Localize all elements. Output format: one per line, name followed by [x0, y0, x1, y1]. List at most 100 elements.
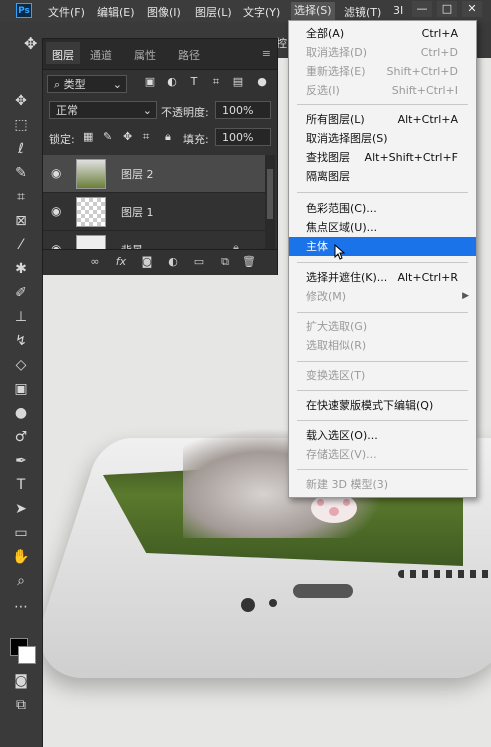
layer-row[interactable]: ◉ 背景 🔒︎ [43, 231, 265, 249]
menu-item-reselect[interactable]: 重新选择(E) Shift+Ctrl+D [289, 62, 476, 81]
new-group-icon[interactable]: ▭ [191, 255, 207, 269]
more-tools-icon[interactable]: ⋯ [11, 598, 31, 616]
menu-item-subject[interactable]: 主体 [289, 237, 476, 256]
menu-image[interactable]: 图像(I) [147, 4, 181, 20]
menu-item-label: 全部(A) [306, 27, 345, 40]
add-mask-icon[interactable]: ◙ [139, 255, 155, 269]
rectangle-tool-icon[interactable]: ▭ [11, 524, 31, 542]
minimize-button[interactable]: — [412, 1, 432, 17]
menu-layer[interactable]: 图层(L) [195, 4, 232, 20]
shape-filter-icon[interactable]: ⌗ [209, 75, 223, 89]
opacity-input[interactable]: 100% [215, 101, 271, 119]
menu-item-label: 焦点区域(U)... [306, 221, 378, 234]
menu-item-similar[interactable]: 选取相似(R) [289, 336, 476, 355]
lasso-tool-icon[interactable]: ℓ [11, 140, 31, 158]
tab-layers[interactable]: 图层 [46, 42, 80, 64]
menu-item-color-range[interactable]: 色彩范围(C)... [289, 199, 476, 218]
quick-select-tool-icon[interactable]: ✎ [11, 164, 31, 182]
filter-toggle-icon[interactable]: ● [255, 75, 269, 89]
quick-mask-icon[interactable]: ◙ [11, 672, 31, 690]
visibility-eye-icon[interactable]: ◉ [51, 205, 65, 217]
blur-tool-icon[interactable]: ● [11, 404, 31, 422]
menu-item-quick-mask[interactable]: 在快速蒙版模式下编辑(Q) [289, 396, 476, 415]
move-icon[interactable]: ✥ [24, 34, 37, 53]
menu-item-deselect[interactable]: 取消选择(D) Ctrl+D [289, 43, 476, 62]
move-tool-icon[interactable]: ✥ [11, 92, 31, 110]
menu-item-transform-selection[interactable]: 变换选区(T) [289, 366, 476, 385]
scrollbar-thumb[interactable] [267, 169, 273, 219]
menu-item-modify[interactable]: 修改(M) ▶ [289, 287, 476, 306]
visibility-eye-icon[interactable]: ◉ [51, 167, 65, 179]
marquee-tool-icon[interactable]: ⬚ [11, 116, 31, 134]
pixel-filter-icon[interactable]: ▣ [143, 75, 157, 89]
menu-item-grow[interactable]: 扩大选取(G) [289, 317, 476, 336]
fill-input[interactable]: 100% [215, 128, 271, 146]
layers-scrollbar[interactable] [265, 155, 275, 249]
lock-image-icon[interactable]: ✎ [103, 130, 112, 143]
menu-item-focus-area[interactable]: 焦点区域(U)... [289, 218, 476, 237]
lock-transparent-icon[interactable]: ▦ [83, 130, 93, 143]
new-layer-icon[interactable]: ⧉ [217, 255, 233, 269]
eyedropper-tool-icon[interactable]: ⁄ [11, 236, 31, 254]
stamp-tool-icon[interactable]: ⊥ [11, 308, 31, 326]
tab-properties[interactable]: 属性 [134, 47, 156, 63]
menu-3d[interactable]: 3I [393, 4, 403, 17]
menu-type[interactable]: 文字(Y) [243, 4, 280, 20]
crop-tool-icon[interactable]: ⌗ [11, 188, 31, 206]
panel-menu-icon[interactable]: ≡ [262, 47, 271, 60]
history-brush-tool-icon[interactable]: ↯ [11, 332, 31, 350]
filter-row: ⌕ 类型 ⌄ ▣ ◐ T ⌗ ▤ ● [47, 73, 273, 95]
layer-thumbnail [76, 197, 106, 227]
menu-item-all-layers[interactable]: 所有图层(L) Alt+Ctrl+A [289, 110, 476, 129]
tab-paths[interactable]: 路径 [178, 47, 200, 63]
lock-position-icon[interactable]: ✥ [123, 130, 132, 143]
lock-artboard-icon[interactable]: ⌗ [143, 130, 149, 144]
menu-select[interactable]: 选择(S) [291, 2, 335, 20]
blend-mode-select[interactable]: 正常 ⌄ [49, 101, 157, 119]
filter-kind-select[interactable]: ⌕ 类型 ⌄ [47, 75, 127, 93]
layer-thumbnail [76, 235, 106, 249]
smart-object-filter-icon[interactable]: ▤ [231, 75, 245, 89]
close-button[interactable]: ✕ [462, 1, 482, 17]
menu-item-label: 取消选择图层(S) [306, 132, 388, 145]
brush-tool-icon[interactable]: ✐ [11, 284, 31, 302]
layer-row[interactable]: ◉ 图层 2 [43, 155, 265, 193]
menu-edit[interactable]: 编辑(E) [97, 4, 135, 20]
menu-item-shortcut: Ctrl+D [420, 46, 458, 59]
dodge-tool-icon[interactable]: ♂ [11, 428, 31, 446]
menu-item-select-and-mask[interactable]: 选择并遮住(K)... Alt+Ctrl+R [289, 268, 476, 287]
type-tool-icon[interactable]: T [11, 476, 31, 494]
layer-row[interactable]: ◉ 图层 1 [43, 193, 265, 231]
path-select-tool-icon[interactable]: ➤ [11, 500, 31, 518]
menu-item-inverse[interactable]: 反选(I) Shift+Ctrl+I [289, 81, 476, 100]
lock-all-icon[interactable]: 🔒︎ [165, 130, 171, 144]
adjustment-layer-icon[interactable]: ◐ [165, 255, 181, 269]
screen-mode-icon[interactable]: ⧉ [11, 696, 31, 714]
menu-item-new-3d-model[interactable]: 新建 3D 模型(3) [289, 475, 476, 494]
toolbar: ✥ ⬚ ℓ ✎ ⌗ ⊠ ⁄ ✱ ✐ ⊥ ↯ ◇ ▣ ● ♂ ✒ T ➤ ▭ ✋ … [0, 58, 43, 747]
frame-tool-icon[interactable]: ⊠ [11, 212, 31, 230]
background-color-swatch[interactable] [18, 646, 36, 664]
adjustment-filter-icon[interactable]: ◐ [165, 75, 179, 89]
panel-footer: ∞ fx ◙ ◐ ▭ ⧉ 🗑︎ [43, 249, 277, 275]
add-style-icon[interactable]: fx [113, 255, 129, 269]
menu-file[interactable]: 文件(F) [48, 4, 85, 20]
healing-tool-icon[interactable]: ✱ [11, 260, 31, 278]
menu-item-isolate-layers[interactable]: 隔离图层 [289, 167, 476, 186]
menu-item-deselect-layers[interactable]: 取消选择图层(S) [289, 129, 476, 148]
menu-item-save-selection[interactable]: 存储选区(V)... [289, 445, 476, 464]
menu-filter[interactable]: 滤镜(T) [344, 4, 381, 20]
menu-item-load-selection[interactable]: 载入选区(O)... [289, 426, 476, 445]
zoom-tool-icon[interactable]: ⌕ [11, 572, 31, 590]
maximize-button[interactable]: □ [437, 1, 457, 17]
menu-item-select-all[interactable]: 全部(A) Ctrl+A [289, 24, 476, 43]
hand-tool-icon[interactable]: ✋ [11, 548, 31, 566]
link-layers-icon[interactable]: ∞ [87, 255, 103, 269]
gradient-tool-icon[interactable]: ▣ [11, 380, 31, 398]
pen-tool-icon[interactable]: ✒ [11, 452, 31, 470]
trash-icon[interactable]: 🗑︎ [241, 255, 257, 269]
eraser-tool-icon[interactable]: ◇ [11, 356, 31, 374]
tab-channels[interactable]: 通道 [90, 47, 112, 63]
type-filter-icon[interactable]: T [187, 75, 201, 89]
menu-item-find-layers[interactable]: 查找图层 Alt+Shift+Ctrl+F [289, 148, 476, 167]
